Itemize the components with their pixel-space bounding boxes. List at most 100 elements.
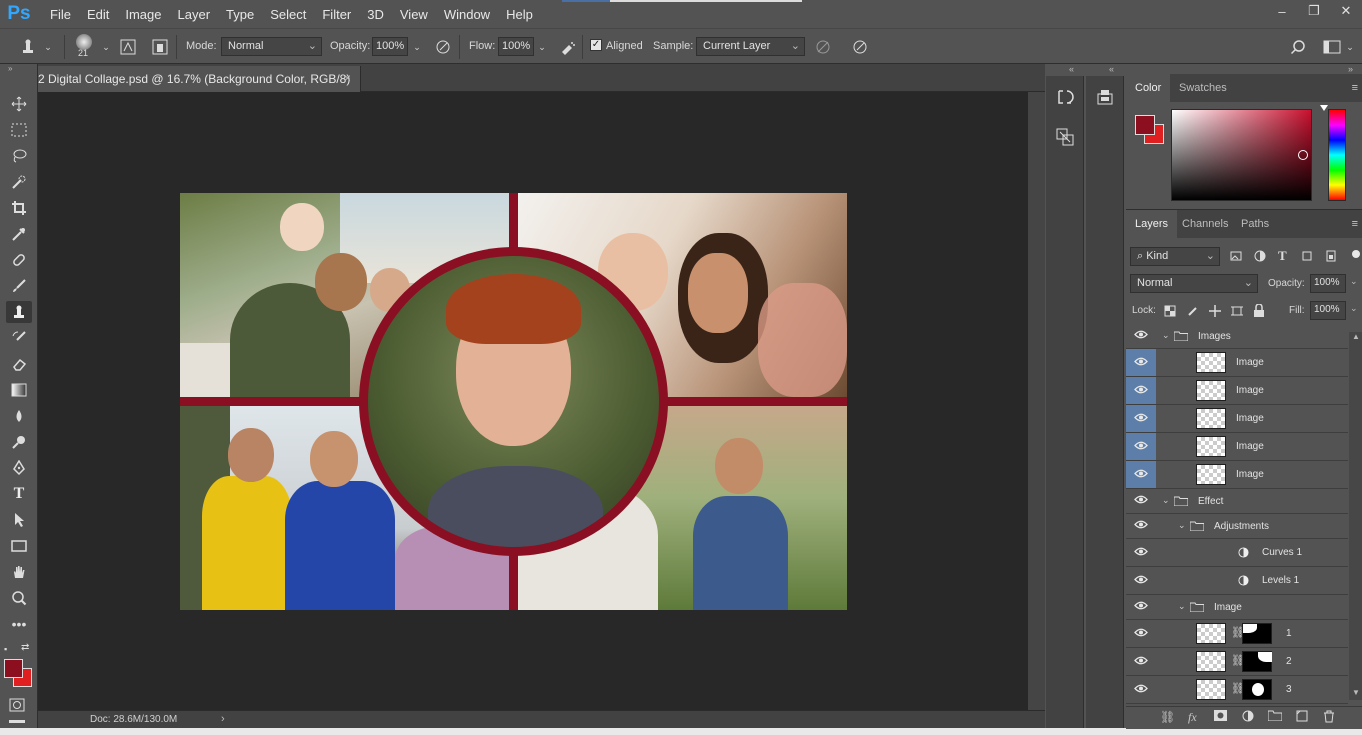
healing-brush-tool-icon[interactable] (6, 249, 32, 271)
visibility-toggle[interactable] (1126, 461, 1156, 488)
filter-toggle-icon[interactable] (1352, 250, 1360, 258)
blur-tool-icon[interactable] (6, 405, 32, 427)
lock-position-icon[interactable] (1208, 304, 1222, 321)
layer-row[interactable]: Levels 1 (1126, 567, 1348, 595)
workspace-icon[interactable] (1322, 37, 1342, 57)
workspace-chevron-icon[interactable]: ⌄ (1340, 37, 1360, 57)
sample-select[interactable]: Current Layer ⌄ (696, 37, 805, 56)
menu-window[interactable]: Window (436, 7, 498, 22)
swap-colors-icon[interactable]: ⇄ (21, 642, 29, 653)
tab-paths[interactable]: Paths (1232, 210, 1278, 238)
layer-row[interactable]: Image (1126, 405, 1348, 433)
layer-row[interactable]: Image (1126, 349, 1348, 377)
brush-settings-icon[interactable] (118, 37, 138, 57)
layer-opacity-chevron-icon[interactable]: ⌄ (1350, 276, 1358, 287)
status-menu-arrow-icon[interactable]: › (221, 713, 225, 725)
group-expand-chevron-icon[interactable]: ⌄ (1162, 495, 1170, 506)
clone-stamp-icon[interactable] (18, 37, 38, 57)
layer-mask-thumbnail[interactable] (1242, 679, 1272, 700)
visibility-toggle[interactable] (1126, 377, 1156, 404)
layer-style-fx-icon[interactable]: fx (1188, 710, 1197, 725)
tab-channels[interactable]: Channels (1173, 210, 1237, 238)
close-tab-icon[interactable]: × (344, 71, 351, 85)
collapse-dock-right-icon[interactable]: « (1109, 64, 1114, 74)
filter-type-icon[interactable]: T (1278, 248, 1287, 264)
filter-smart-object-icon[interactable] (1325, 250, 1337, 265)
group-expand-chevron-icon[interactable]: ⌄ (1162, 330, 1170, 341)
airbrush-icon[interactable] (558, 37, 578, 57)
group-expand-chevron-icon[interactable]: ⌄ (1178, 601, 1186, 612)
visibility-toggle[interactable] (1126, 489, 1156, 513)
foreground-color-swatch[interactable] (4, 659, 23, 678)
menu-image[interactable]: Image (117, 7, 169, 22)
menu-filter[interactable]: Filter (314, 7, 359, 22)
lock-transparent-icon[interactable] (1164, 305, 1176, 320)
color-panel-foreground-swatch[interactable] (1135, 115, 1155, 135)
layer-row[interactable]: ⛓ 2 (1126, 648, 1348, 676)
lock-artboard-icon[interactable] (1230, 304, 1244, 321)
path-selection-tool-icon[interactable] (6, 509, 32, 531)
quick-selection-tool-icon[interactable] (6, 171, 32, 193)
pen-tool-icon[interactable] (6, 457, 32, 479)
layer-thumbnail[interactable] (1196, 679, 1226, 700)
visibility-toggle[interactable] (1126, 433, 1156, 460)
restore-button[interactable]: ❐ (1298, 0, 1330, 22)
filter-shape-icon[interactable] (1301, 250, 1313, 265)
layer-opacity-input[interactable]: 100% (1310, 274, 1346, 293)
aligned-checkbox[interactable]: ✓ (590, 39, 602, 51)
visibility-toggle[interactable] (1126, 539, 1156, 566)
layer-row[interactable]: ⌄ Adjustments (1126, 514, 1348, 539)
visibility-toggle[interactable] (1126, 648, 1156, 675)
visibility-toggle[interactable] (1126, 620, 1156, 647)
brush-tool-icon[interactable] (6, 275, 32, 297)
hand-tool-icon[interactable] (6, 561, 32, 583)
clone-source-panel-icon[interactable] (1056, 128, 1074, 149)
new-layer-icon[interactable] (1296, 710, 1308, 725)
add-mask-icon[interactable] (1214, 710, 1227, 724)
type-tool-icon[interactable]: T (6, 483, 32, 505)
layer-row[interactable]: ⌄ Image (1126, 595, 1348, 620)
zoom-tool-icon[interactable] (6, 587, 32, 609)
move-tool-icon[interactable] (6, 93, 32, 115)
menu-type[interactable]: Type (218, 7, 262, 22)
quick-mask-icon[interactable] (9, 698, 25, 715)
history-panel-icon[interactable] (1056, 88, 1074, 109)
ignore-adjustment-icon[interactable] (813, 37, 833, 57)
flow-chevron-icon[interactable]: ⌄ (532, 37, 552, 57)
new-adjustment-icon[interactable] (1242, 710, 1254, 725)
layers-panel-menu-icon[interactable]: ≡ (1352, 218, 1358, 230)
layer-thumbnail[interactable] (1196, 623, 1226, 644)
layers-scrollbar[interactable]: ▲ ▼ (1349, 332, 1362, 700)
filter-pixel-icon[interactable] (1230, 250, 1242, 265)
marquee-tool-icon[interactable] (6, 119, 32, 141)
crop-tool-icon[interactable] (6, 197, 32, 219)
menu-edit[interactable]: Edit (79, 7, 117, 22)
layer-thumbnail[interactable] (1196, 464, 1226, 485)
menu-layer[interactable]: Layer (170, 7, 219, 22)
tab-swatches[interactable]: Swatches (1170, 74, 1236, 102)
gradient-tool-icon[interactable] (6, 379, 32, 401)
color-picker-cursor[interactable] (1298, 150, 1308, 160)
rectangle-tool-icon[interactable] (6, 535, 32, 557)
layer-thumbnail[interactable] (1196, 380, 1226, 401)
pressure-size-icon[interactable] (850, 37, 870, 57)
tool-preset-chevron-icon[interactable]: ⌄ (38, 37, 58, 57)
visibility-toggle[interactable] (1126, 324, 1156, 348)
screen-mode-icon[interactable] (9, 720, 25, 723)
visibility-toggle[interactable] (1126, 595, 1156, 619)
close-button[interactable]: ✕ (1330, 0, 1362, 22)
fill-chevron-icon[interactable]: ⌄ (1350, 303, 1358, 314)
visibility-toggle[interactable] (1126, 676, 1156, 703)
brush-picker-chevron-icon[interactable]: ⌄ (96, 37, 116, 57)
layer-thumbnail[interactable] (1196, 352, 1226, 373)
menu-view[interactable]: View (392, 7, 436, 22)
minimize-button[interactable]: – (1266, 0, 1298, 22)
scroll-down-icon[interactable]: ▼ (1352, 688, 1360, 697)
layer-row[interactable]: ⌄ Images (1126, 324, 1348, 349)
menu-3d[interactable]: 3D (359, 7, 392, 22)
fill-input[interactable]: 100% (1310, 301, 1346, 320)
layer-row[interactable]: ⌄ Effect (1126, 489, 1348, 514)
hue-slider[interactable] (1328, 109, 1346, 201)
layer-row[interactable]: Curves 1 (1126, 539, 1348, 567)
canvas-vertical-scrollbar[interactable] (1028, 92, 1045, 710)
